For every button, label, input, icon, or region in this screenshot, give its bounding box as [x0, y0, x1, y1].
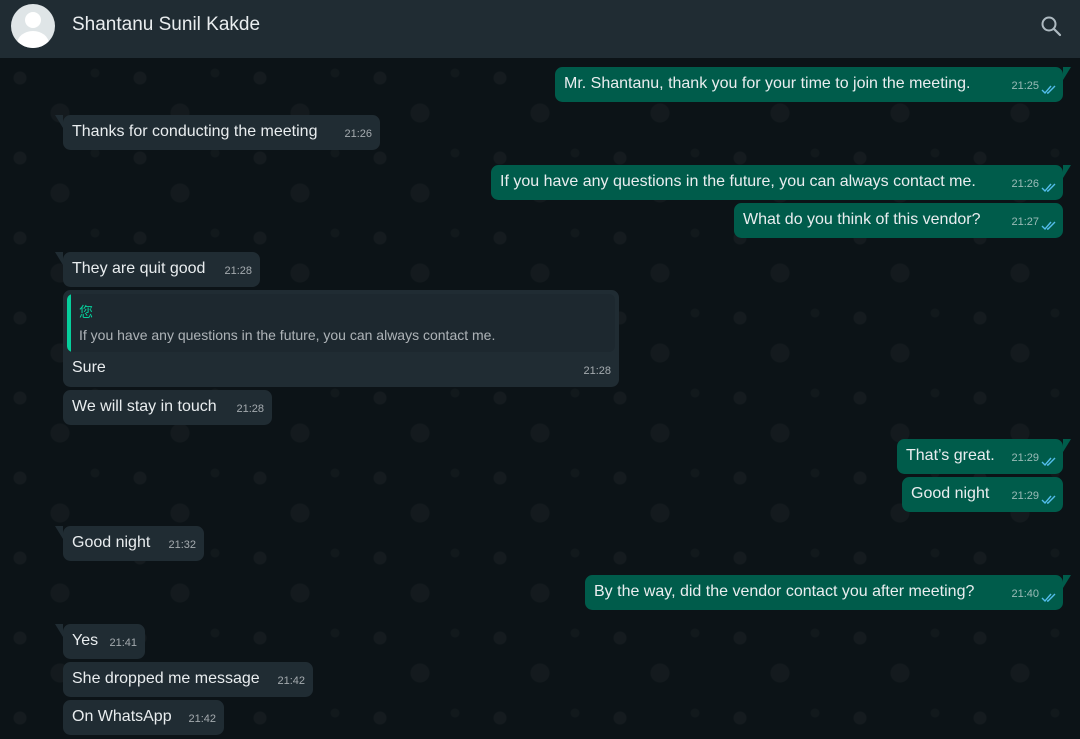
message-time: 21:25	[1011, 80, 1039, 92]
message-bubble-incoming[interactable]: Thanks for conducting the meeting 21:26	[63, 115, 380, 150]
avatar-body	[17, 31, 49, 48]
message-time: 21:32	[168, 539, 196, 551]
message-text: Good night	[72, 534, 151, 551]
bubble-tail	[55, 115, 63, 128]
message-time: 21:28	[583, 365, 611, 377]
message-time: 21:28	[224, 265, 252, 277]
chat-header: Shantanu Sunil Kakde	[0, 0, 1080, 58]
message-time: 21:27	[1011, 216, 1039, 228]
bubble-tail	[55, 252, 63, 265]
message-text: What do you think of this vendor?	[743, 211, 981, 228]
quoted-message[interactable]: 您 If you have any questions in the futur…	[67, 294, 615, 352]
message-time: 21:26	[1011, 178, 1039, 190]
message-text: Good night	[911, 485, 990, 502]
message-time: 21:42	[188, 713, 216, 725]
double-check-icon	[1041, 593, 1056, 603]
avatar[interactable]	[11, 4, 55, 48]
message-time: 21:29	[1011, 452, 1039, 464]
bubble-tail	[1063, 575, 1071, 588]
message-bubble-outgoing[interactable]: That’s great. 21:29	[897, 439, 1063, 474]
message-text: Sure	[72, 359, 106, 376]
double-check-icon	[1041, 183, 1056, 193]
message-text: If you have any questions in the future,…	[500, 173, 976, 190]
message-text: On WhatsApp	[72, 708, 172, 725]
double-check-icon	[1041, 495, 1056, 505]
double-check-icon	[1041, 221, 1056, 231]
message-text: They are quit good	[72, 260, 206, 277]
message-bubble-outgoing[interactable]: By the way, did the vendor contact you a…	[585, 575, 1063, 610]
message-bubble-outgoing[interactable]: If you have any questions in the future,…	[491, 165, 1063, 200]
message-text: That’s great.	[906, 447, 995, 464]
message-text: She dropped me message	[72, 670, 260, 687]
message-bubble-incoming[interactable]: She dropped me message 21:42	[63, 662, 313, 697]
bubble-tail	[1063, 439, 1071, 452]
quoted-text: If you have any questions in the future,…	[79, 327, 496, 343]
message-bubble-incoming[interactable]: Good night 21:32	[63, 526, 204, 561]
message-time: 21:26	[344, 128, 372, 140]
message-bubble-incoming-reply[interactable]: 您 If you have any questions in the futur…	[63, 290, 619, 387]
bubble-tail	[1063, 165, 1071, 178]
quoted-author: 您	[79, 304, 93, 320]
message-bubble-incoming[interactable]: They are quit good 21:28	[63, 252, 260, 287]
message-time: 21:42	[277, 675, 305, 687]
double-check-icon	[1041, 457, 1056, 467]
message-time: 21:29	[1011, 490, 1039, 502]
message-text: We will stay in touch	[72, 398, 217, 415]
search-icon[interactable]	[1039, 14, 1063, 38]
message-bubble-incoming[interactable]: On WhatsApp 21:42	[63, 700, 224, 735]
avatar-head	[25, 12, 41, 28]
message-bubble-outgoing[interactable]: Good night 21:29	[902, 477, 1063, 512]
bubble-tail	[1063, 67, 1071, 80]
message-bubble-incoming[interactable]: Yes 21:41	[63, 624, 145, 659]
double-check-icon	[1041, 85, 1056, 95]
message-bubble-outgoing[interactable]: What do you think of this vendor? 21:27	[734, 203, 1063, 238]
message-text: By the way, did the vendor contact you a…	[594, 583, 975, 600]
message-text: Yes	[72, 632, 99, 649]
quote-accent-bar	[67, 294, 71, 352]
message-text: Thanks for conducting the meeting	[72, 123, 318, 140]
contact-name[interactable]: Shantanu Sunil Kakde	[72, 14, 260, 36]
message-time: 21:28	[236, 403, 264, 415]
message-bubble-outgoing[interactable]: Mr. Shantanu, thank you for your time to…	[555, 67, 1063, 102]
bubble-tail	[55, 526, 63, 539]
message-time: 21:41	[109, 637, 137, 649]
message-bubble-incoming[interactable]: We will stay in touch 21:28	[63, 390, 272, 425]
message-text: Mr. Shantanu, thank you for your time to…	[564, 75, 971, 92]
bubble-tail	[55, 624, 63, 637]
message-time: 21:40	[1011, 588, 1039, 600]
